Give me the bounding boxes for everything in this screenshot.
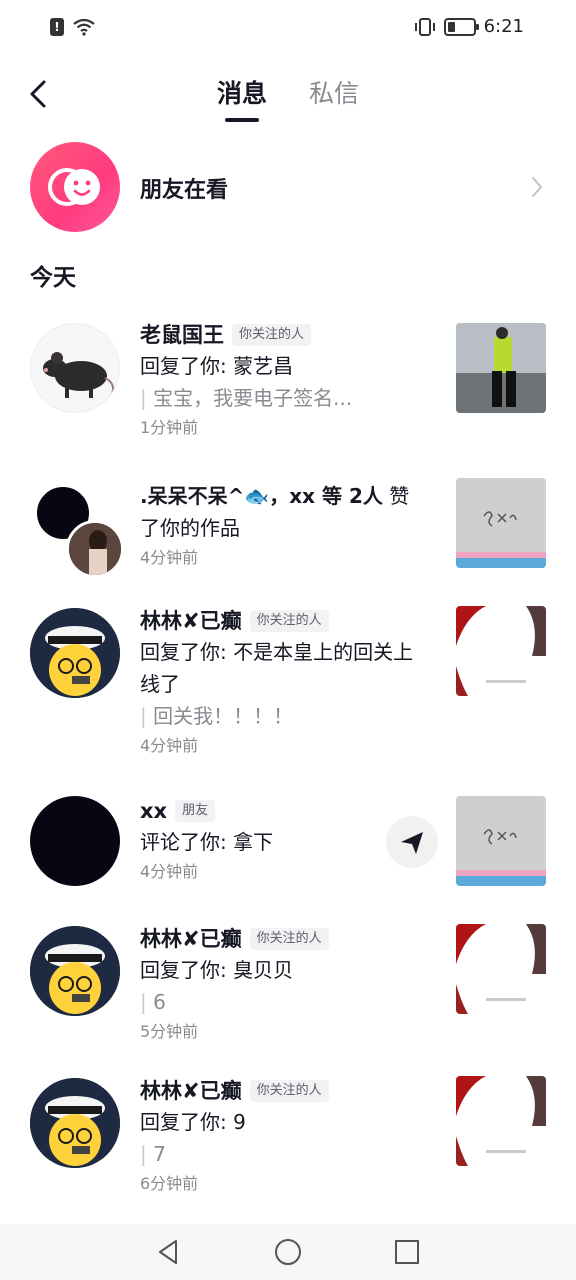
action-text: 回复了你: 臭贝贝 [140,958,294,982]
action-text: 回复了你: 9 [140,1110,246,1134]
timestamp: 4分钟前 [140,548,199,567]
header: 消息 私信 [0,60,576,130]
user-names[interactable]: .呆呆不呆^🐟，xx 等 2人 [140,484,383,508]
user-name[interactable]: 林林✘已癫 [140,1076,242,1106]
friends-watching-label: 朋友在看 [140,178,229,203]
notification-item[interactable]: xx 朋友 评论了你: 拿下 4分钟前 [0,792,576,902]
timestamp: 1分钟前 [140,418,199,437]
video-thumbnail[interactable] [456,323,546,413]
tab-bar: 消息 私信 [0,74,576,124]
action-text: 回复了你: 不是本皇上的回关上线了 [140,640,414,696]
video-thumbnail[interactable] [456,606,546,696]
friends-watching-icon [30,142,120,232]
notification-item[interactable]: 林林✘已癫 你关注的人 回复了你: 9 7 6分钟前 [0,1072,576,1212]
status-time: 6:21 [483,16,524,37]
action-text: 回复了你: 蒙艺昌 [140,354,294,378]
relation-tag: 朋友 [175,800,216,822]
relation-tag: 你关注的人 [249,1080,329,1102]
avatar[interactable] [30,926,120,1016]
notification-content: 老鼠国王 你关注的人 回复了你: 蒙艺昌 宝宝，我要电子签名... 1分钟前 [140,320,435,442]
avatar[interactable] [30,323,120,413]
video-thumbnail[interactable] [456,796,546,886]
quoted-comment: 7 [140,1138,435,1170]
user-name[interactable]: 老鼠国王 [140,320,224,350]
status-bar: ! 6:21 [0,0,576,60]
system-nav-bar [0,1224,576,1280]
emoji-avatar-image [30,608,120,698]
quoted-comment: 6 [140,986,435,1018]
timestamp: 6分钟前 [140,1174,199,1193]
video-thumbnail[interactable] [456,1076,546,1166]
relation-tag: 你关注的人 [249,928,329,950]
avatar[interactable] [30,796,120,886]
user-name[interactable]: 林林✘已癫 [140,606,242,636]
avatar[interactable] [30,1078,120,1168]
video-thumbnail[interactable] [456,478,546,568]
vibrate-icon [414,17,435,36]
user-name[interactable]: 林林✘已癫 [140,924,242,954]
relation-tag: 你关注的人 [232,324,312,346]
wifi-icon [73,18,95,36]
nav-back-icon[interactable] [154,1237,184,1267]
send-icon [401,832,423,854]
notification-item[interactable]: 林林✘已癫 你关注的人 回复了你: 不是本皇上的回关上线了 回关我！！！！ 4分… [0,602,576,772]
notification-content: 林林✘已癫 你关注的人 回复了你: 臭贝贝 6 5分钟前 [140,924,435,1046]
alert-icon: ! [50,18,64,36]
tab-messages[interactable]: 消息 [217,74,267,124]
group-avatar[interactable] [30,484,125,579]
action-inline: 赞 [389,484,410,508]
section-title-today: 今天 [30,265,76,291]
friends-watching-row[interactable]: 朋友在看 [0,140,576,235]
avatar [66,520,124,578]
emoji-avatar-image [30,1078,120,1168]
quoted-comment: 宝宝，我要电子签名... [140,382,435,414]
notification-item[interactable]: 林林✘已癫 你关注的人 回复了你: 臭贝贝 6 5分钟前 [0,920,576,1060]
reply-send-button[interactable] [386,816,438,868]
user-name[interactable]: xx [140,796,167,826]
quoted-comment: 回关我！！！！ [140,700,435,732]
nav-home-icon[interactable] [273,1237,303,1267]
action-text: 了你的作品 [140,516,240,540]
status-right: 6:21 [414,16,524,37]
relation-tag: 你关注的人 [249,610,329,632]
battery-icon [443,17,479,36]
nav-recents-icon[interactable] [392,1237,422,1267]
notification-item[interactable]: 老鼠国王 你关注的人 回复了你: 蒙艺昌 宝宝，我要电子签名... 1分钟前 [0,316,576,456]
tab-private-messages[interactable]: 私信 [309,74,359,124]
notification-content: .呆呆不呆^🐟，xx 等 2人 赞 了你的作品 4分钟前 [140,480,435,572]
video-thumbnail[interactable] [456,924,546,1014]
notification-content: 林林✘已癫 你关注的人 回复了你: 不是本皇上的回关上线了 回关我！！！！ 4分… [140,606,435,760]
chevron-right-icon [532,177,543,197]
timestamp: 4分钟前 [140,736,199,755]
battery-fill [447,21,455,32]
notification-content: 林林✘已癫 你关注的人 回复了你: 9 7 6分钟前 [140,1076,435,1198]
avatar[interactable] [30,608,120,698]
notification-item[interactable]: .呆呆不呆^🐟，xx 等 2人 赞 了你的作品 4分钟前 [0,476,576,586]
emoji-avatar-image [30,926,120,1016]
timestamp: 5分钟前 [140,1022,199,1041]
status-left: ! [50,18,96,36]
rat-avatar-image [43,352,114,398]
